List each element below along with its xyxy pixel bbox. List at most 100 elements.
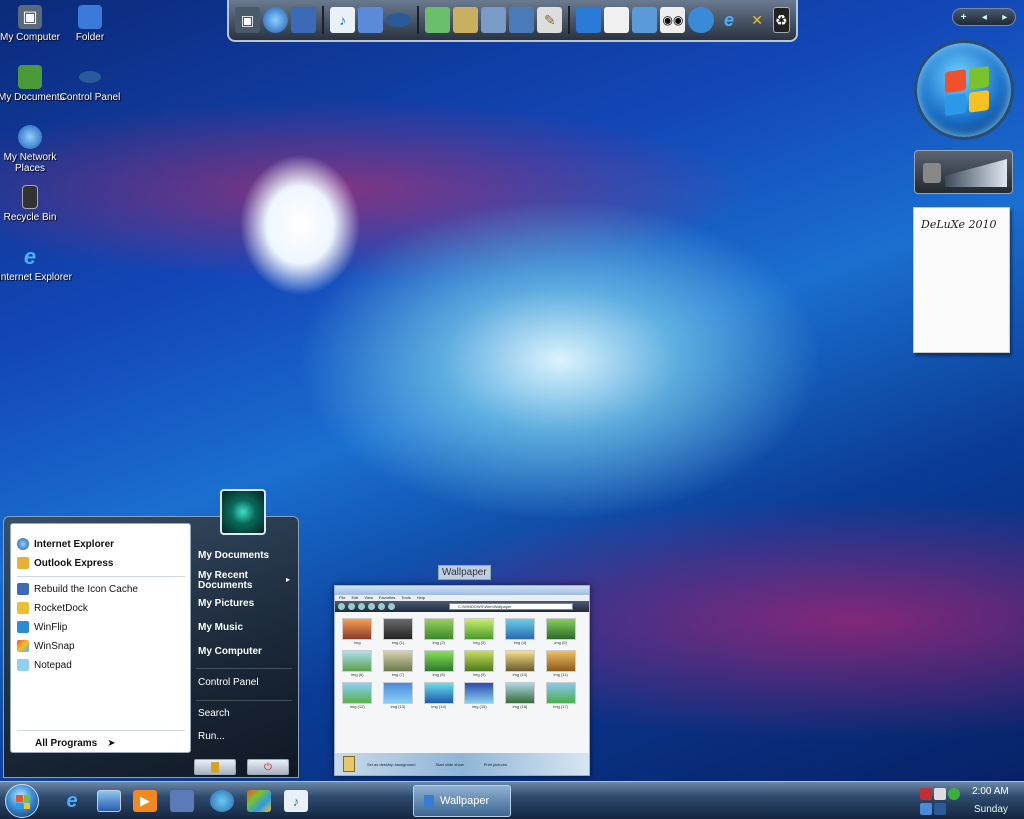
desktop-icon-label: Internet Explorer: [0, 272, 72, 283]
desktop-icon-my-documents[interactable]: My Documents: [0, 65, 65, 103]
desktop-icon-label: My Network Places: [3, 152, 57, 174]
arrow-right-icon: ➤: [107, 738, 116, 749]
start-item-label: Notepad: [34, 659, 72, 671]
lock-button[interactable]: ▇: [194, 759, 236, 775]
start-item-rebuild-icon-cache[interactable]: Rebuild the Icon Cache: [17, 581, 138, 597]
display-icon[interactable]: [481, 7, 507, 33]
start-menu-divider: [17, 576, 185, 577]
start-item-label: WinFlip: [34, 621, 68, 633]
documents-icon: [18, 65, 42, 89]
globe-icon[interactable]: [263, 7, 289, 33]
list-item: img (8): [422, 650, 455, 678]
control-panel-icon[interactable]: [386, 13, 412, 27]
clock-day[interactable]: Sunday: [974, 804, 1008, 815]
photo-icon[interactable]: [453, 7, 479, 33]
list-item: img (11): [544, 650, 577, 678]
windows-logo-icon: [16, 795, 30, 809]
list-item: img (5): [544, 618, 577, 646]
chevron-right-icon: ▸: [286, 575, 291, 584]
music-icon[interactable]: ♪: [284, 790, 308, 812]
start-item-winflip[interactable]: WinFlip: [17, 619, 67, 635]
document-icon[interactable]: [170, 790, 194, 812]
taskbar-window-wallpaper[interactable]: Wallpaper: [413, 785, 511, 817]
preview-menu-item: View: [364, 595, 373, 600]
messenger-icon[interactable]: [210, 790, 234, 812]
start-item-label: Outlook Express: [34, 557, 114, 569]
desktop-icon-my-network-places[interactable]: My Network Places: [0, 125, 62, 174]
music-icon[interactable]: ♪: [330, 7, 356, 33]
window-preview-wallpaper[interactable]: File Edit View Favorites Tools Help C:\W…: [334, 585, 590, 776]
previous-gadget-button[interactable]: ◂: [982, 12, 987, 23]
eyes-icon[interactable]: ◉◉: [660, 7, 686, 33]
start-item-rocketdock[interactable]: RocketDock: [17, 600, 88, 616]
all-programs-button[interactable]: All Programs ➤: [35, 738, 116, 749]
pictures-icon[interactable]: [358, 7, 384, 33]
start-menu-divider: [196, 700, 292, 701]
display-icon[interactable]: [920, 803, 932, 815]
notepad-icon[interactable]: [604, 7, 630, 33]
note-text[interactable]: DeLuXe 2010: [921, 218, 997, 231]
internet-explorer-icon[interactable]: e: [60, 790, 84, 812]
list-item: img (1): [382, 618, 415, 646]
network-icon[interactable]: [920, 788, 932, 800]
add-gadget-button[interactable]: +: [961, 12, 967, 23]
start-menu-divider: [17, 730, 185, 731]
start-button[interactable]: [5, 784, 39, 818]
desktop-icon[interactable]: [576, 7, 602, 33]
security-check-icon[interactable]: [948, 788, 960, 800]
desktop-icon-my-computer[interactable]: ▣ My Computer: [0, 5, 62, 43]
landscape-icon[interactable]: [632, 7, 658, 33]
tools-icon[interactable]: ✎: [537, 7, 563, 33]
start-item-outlook-express[interactable]: Outlook Express: [17, 555, 113, 571]
start-link-my-documents[interactable]: My Documents: [198, 551, 269, 561]
start-link-run[interactable]: Run...: [198, 732, 225, 742]
image-viewer-icon[interactable]: [425, 7, 451, 33]
volume-slider[interactable]: [945, 159, 1007, 187]
preview-menu-item: File: [339, 595, 346, 600]
desktop-icon-control-panel[interactable]: Control Panel: [58, 65, 122, 103]
windows-flag-icon[interactable]: [247, 790, 271, 812]
start-link-control-panel[interactable]: Control Panel: [198, 678, 259, 688]
internet-explorer-icon[interactable]: e: [717, 7, 742, 33]
user-picture-avatar[interactable]: [220, 489, 266, 535]
windows-orb-gadget[interactable]: [914, 40, 1014, 140]
documents-icon[interactable]: [291, 7, 317, 33]
list-item: img (6): [341, 650, 374, 678]
shutdown-button[interactable]: ⏻: [247, 759, 289, 775]
show-desktop-icon[interactable]: [97, 790, 121, 812]
screwdriver-icon[interactable]: ✕: [745, 7, 770, 33]
preview-thumbnail-grid: img img (1) img (2) img (3) img (4) img …: [341, 618, 577, 710]
desktop-icon-internet-explorer[interactable]: e Internet Explorer: [0, 244, 72, 283]
start-link-my-computer[interactable]: My Computer: [198, 647, 262, 657]
desktop-icon-folder[interactable]: Folder: [58, 5, 122, 43]
monitor-icon[interactable]: [509, 7, 535, 33]
folder-icon: [424, 795, 434, 807]
recycle-bin-icon[interactable]: ♻: [772, 7, 791, 33]
notes-gadget[interactable]: DeLuXe 2010: [913, 207, 1010, 353]
volume-gadget[interactable]: [914, 150, 1013, 194]
start-link-my-pictures[interactable]: My Pictures: [198, 599, 254, 609]
desktop-icon-label: My Computer: [0, 32, 60, 43]
preview-menu-item: Tools: [401, 595, 411, 600]
media-player-icon[interactable]: ▶: [133, 790, 157, 812]
start-link-search[interactable]: Search: [198, 709, 230, 719]
internet-explorer-icon: [17, 538, 29, 550]
monitor-icon[interactable]: [934, 803, 946, 815]
list-item: img (4): [504, 618, 537, 646]
recycle-bin-icon: [22, 185, 38, 209]
start-link-my-recent-documents[interactable]: My Recent Documents: [198, 571, 276, 591]
clock-time[interactable]: 2:00 AM: [972, 786, 1009, 797]
volume-icon[interactable]: [934, 788, 946, 800]
next-gadget-button[interactable]: ▸: [1002, 12, 1007, 23]
desktop-icon-recycle-bin[interactable]: Recycle Bin: [0, 185, 62, 223]
start-item-notepad[interactable]: Notepad: [17, 657, 72, 673]
start-item-winsnap[interactable]: WinSnap: [17, 638, 75, 654]
preview-menu-item: Favorites: [378, 595, 396, 600]
taskbar: e ▶ ♪ Wallpaper: [0, 781, 1024, 819]
users-icon[interactable]: [688, 7, 714, 33]
computer-icon[interactable]: ▣: [235, 7, 261, 33]
start-link-my-music[interactable]: My Music: [198, 623, 243, 633]
preview-statusbar: Set as desktop background Start slide sh…: [335, 753, 589, 775]
start-item-internet-explorer[interactable]: Internet Explorer: [17, 536, 114, 552]
preview-menu-item: Edit: [351, 595, 359, 600]
